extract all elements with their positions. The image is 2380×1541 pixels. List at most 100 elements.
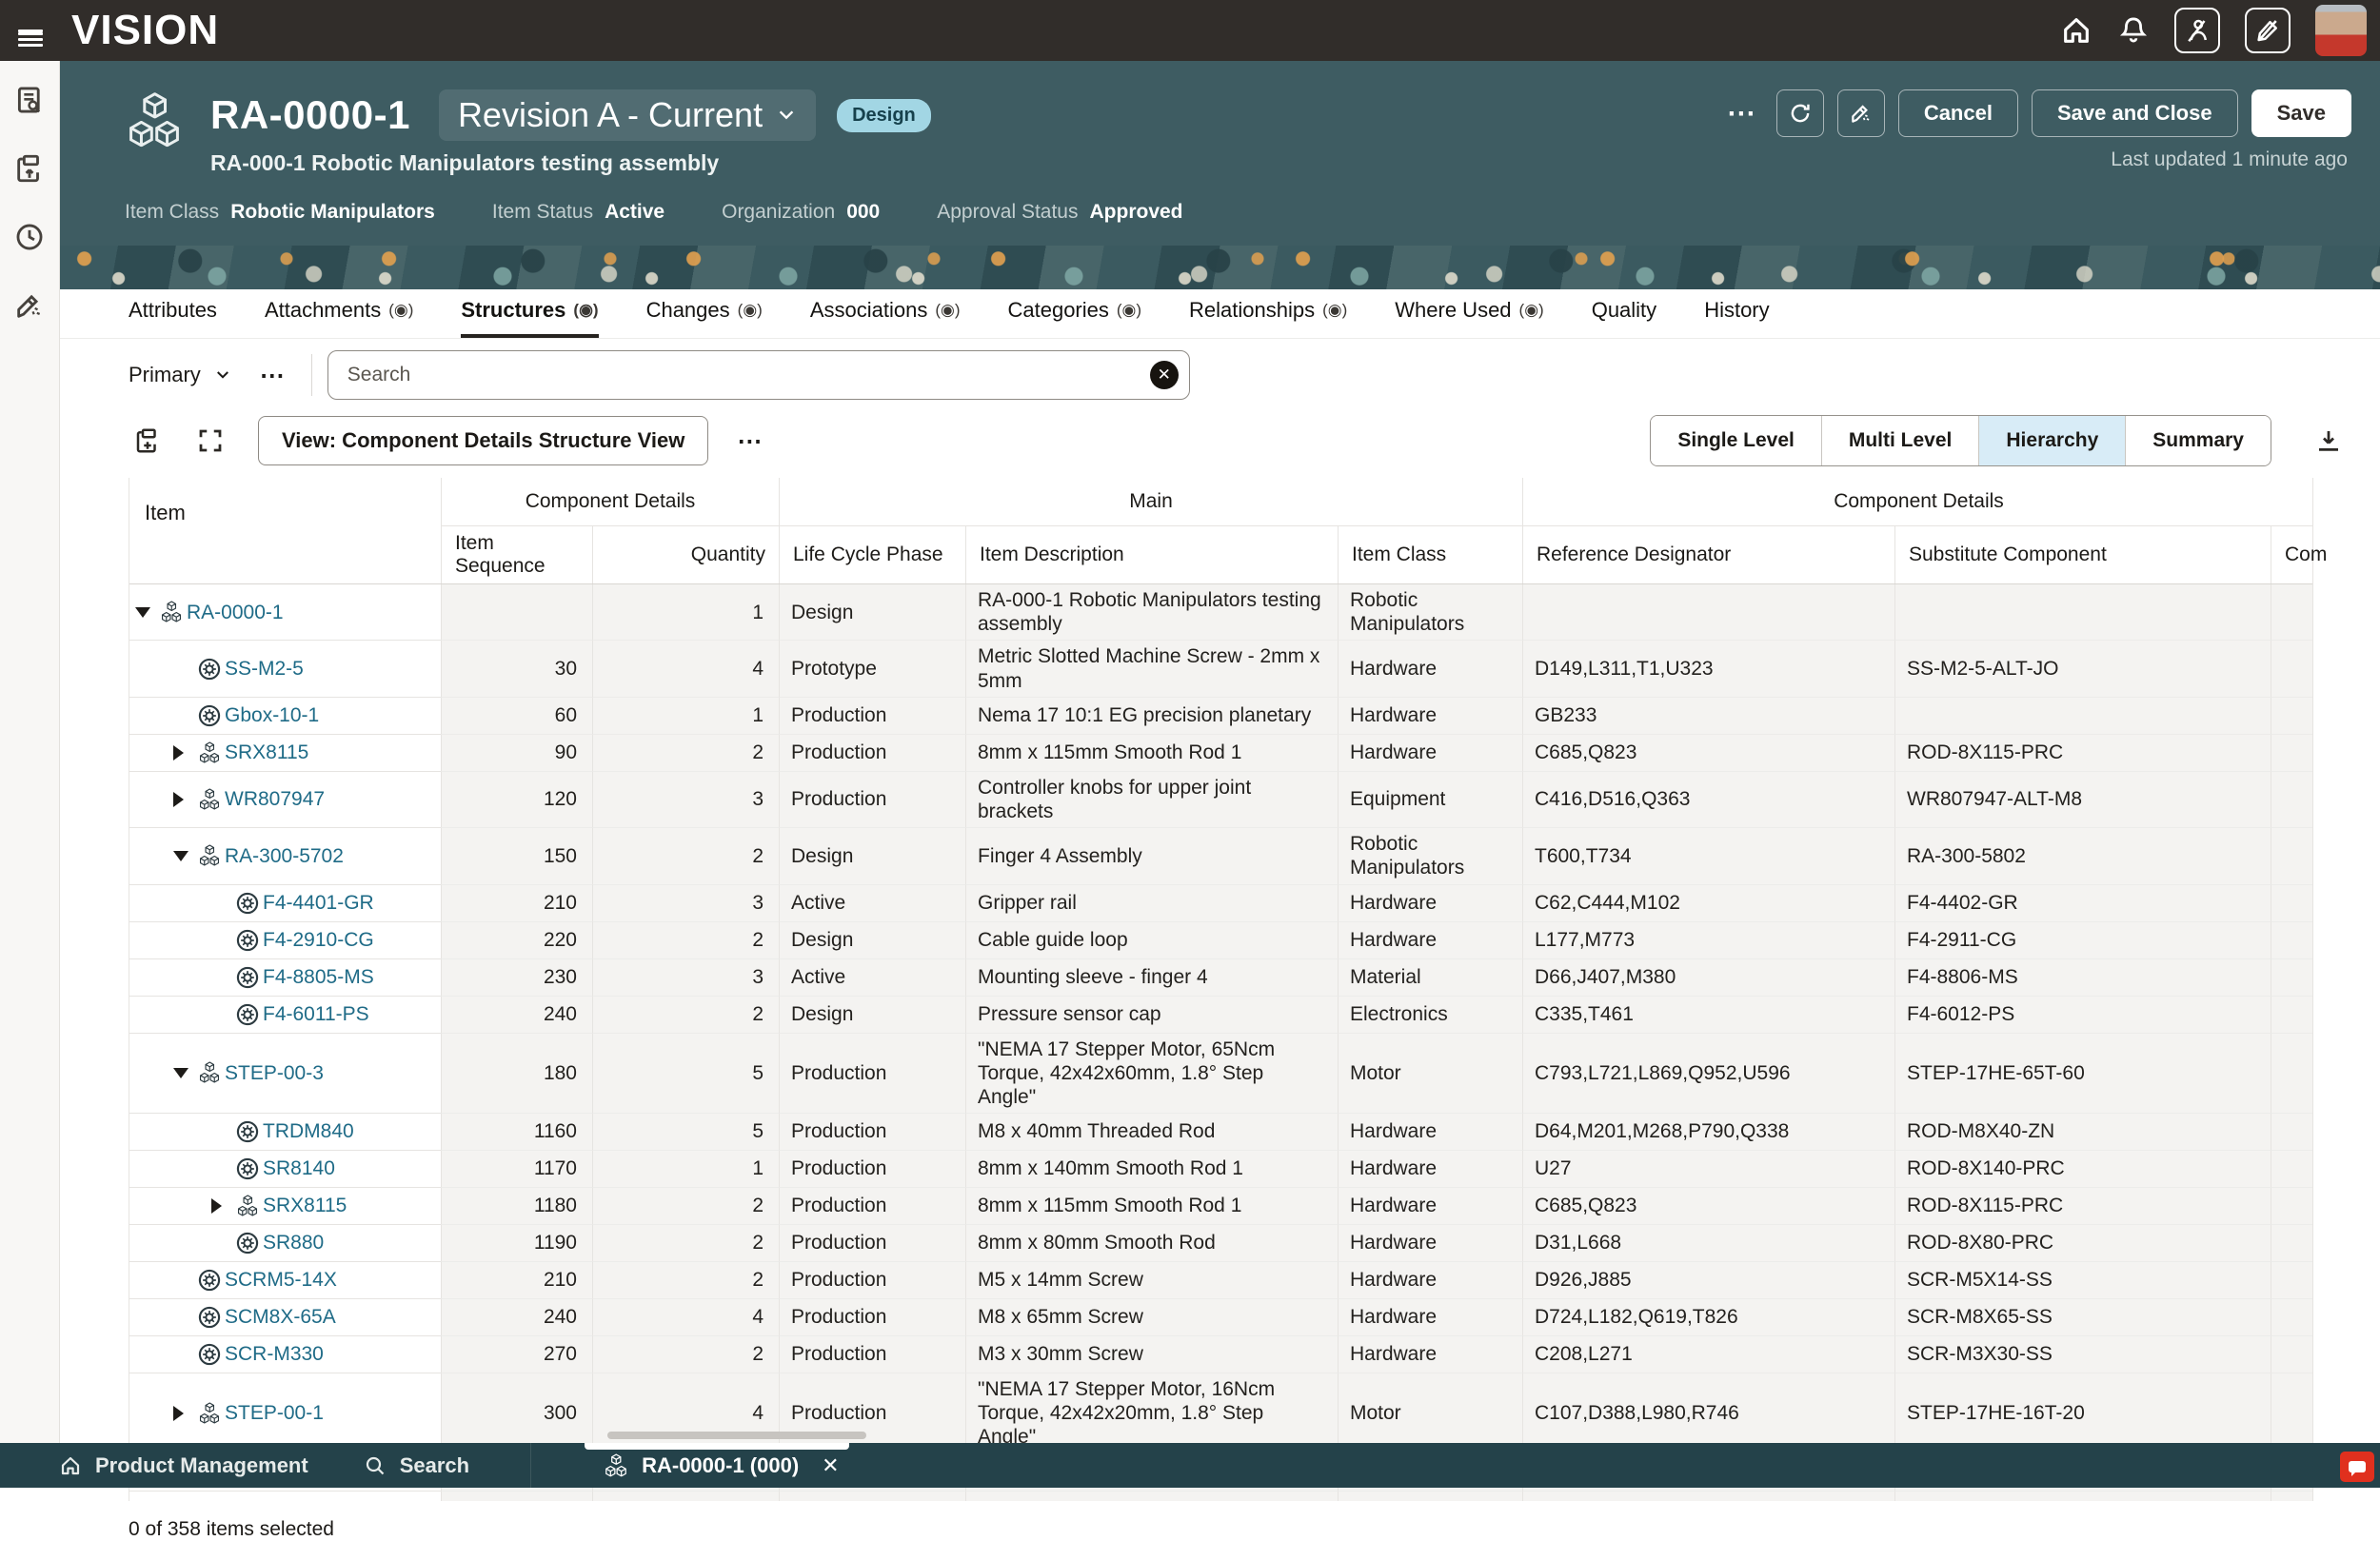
table-row[interactable]: SR880 1190 2 Production 8mm x 80mm Smoot… — [129, 1225, 2312, 1262]
taskbar-active-tab[interactable]: RA-0000-1 (000) ✕ — [531, 1443, 864, 1488]
tab-associations[interactable]: Associations (◉) — [810, 298, 961, 338]
revision-dropdown[interactable]: Revision A - Current — [439, 89, 816, 141]
item-link[interactable]: F4-2910-CG — [263, 928, 374, 952]
expand-toggle[interactable] — [135, 607, 160, 618]
column-header-life-cycle-phase[interactable]: Life Cycle Phase — [779, 526, 965, 583]
expand-toggle[interactable] — [173, 1406, 198, 1421]
segment-summary[interactable]: Summary — [2125, 416, 2271, 465]
export-button[interactable] — [2310, 422, 2348, 460]
tab-quality[interactable]: Quality — [1592, 298, 1656, 338]
feedback-chat-badge[interactable] — [2340, 1452, 2374, 1482]
item-link[interactable]: STEP-00-3 — [225, 1061, 324, 1085]
table-row[interactable]: SRX8115 90 2 Production 8mm x 115mm Smoo… — [129, 735, 2312, 772]
cancel-button[interactable]: Cancel — [1898, 89, 2018, 137]
toolbar-overflow-menu[interactable]: ⋯ — [737, 426, 764, 456]
close-tab-icon[interactable]: ✕ — [822, 1453, 839, 1478]
history-icon[interactable] — [13, 221, 46, 253]
table-row[interactable]: WR807947 120 3 Production Controller kno… — [129, 772, 2312, 828]
expand-all-button[interactable] — [191, 422, 229, 460]
table-row[interactable]: Gbox-10-1 60 1 Production Nema 17 10:1 E… — [129, 698, 2312, 735]
segment-hierarchy[interactable]: Hierarchy — [1978, 416, 2125, 465]
header-overflow-menu[interactable]: ⋯ — [1721, 97, 1763, 130]
save-button[interactable]: Save — [2251, 89, 2351, 137]
table-row[interactable]: SCM8X-65A 240 4 Production M8 x 65mm Scr… — [129, 1299, 2312, 1336]
item-link[interactable]: SR8140 — [263, 1156, 335, 1180]
item-link[interactable]: WR807947 — [225, 787, 325, 811]
clear-search-icon[interactable]: ✕ — [1150, 361, 1179, 389]
item-link[interactable]: STEP-00-1 — [225, 1401, 324, 1425]
column-header-truncated[interactable]: Com — [2271, 526, 2312, 583]
item-link[interactable]: F4-6011-PS — [263, 1002, 369, 1026]
user-avatar[interactable] — [2315, 5, 2367, 56]
table-row[interactable]: STEP-00-1 300 4 Production "NEMA 17 Step… — [129, 1373, 2312, 1454]
tab-attachments[interactable]: Attachments (◉) — [265, 298, 413, 338]
item-link[interactable]: F4-4401-GR — [263, 891, 374, 915]
column-header-substitute-component[interactable]: Substitute Component — [1894, 526, 2271, 583]
item-link[interactable]: TRDM840 — [263, 1119, 354, 1143]
item-link[interactable]: SCR-M330 — [225, 1342, 324, 1366]
table-row[interactable]: SS-M2-5 30 4 Prototype Metric Slotted Ma… — [129, 641, 2312, 697]
taskbar-search[interactable]: Search — [364, 1453, 469, 1478]
item-link[interactable]: Gbox-10-1 — [225, 703, 319, 727]
tab-structures[interactable]: Structures (◉) — [461, 298, 598, 338]
tab-where-used[interactable]: Where Used (◉) — [1395, 298, 1543, 338]
structure-name-dropdown[interactable]: Primary — [129, 363, 231, 387]
tab-history[interactable]: History — [1704, 298, 1769, 338]
table-row[interactable]: F4-8805-MS 230 3 Active Mounting sleeve … — [129, 959, 2312, 997]
tab-categories[interactable]: Categories (◉) — [1007, 298, 1141, 338]
item-cell: TRDM840 — [129, 1114, 441, 1151]
table-row[interactable]: SRX8115 1180 2 Production 8mm x 115mm Sm… — [129, 1188, 2312, 1225]
taskbar-product-management[interactable]: Product Management — [59, 1453, 308, 1478]
column-header-quantity[interactable]: Quantity — [592, 526, 779, 583]
item-link[interactable]: SS-M2-5 — [225, 657, 304, 681]
assistant-toggle-icon[interactable] — [2174, 8, 2220, 53]
tab-changes[interactable]: Changes (◉) — [646, 298, 763, 338]
home-icon[interactable] — [2060, 14, 2092, 47]
item-link[interactable]: RA-0000-1 — [187, 601, 284, 624]
item-link[interactable]: SRX8115 — [225, 741, 308, 764]
table-row[interactable]: RA-0000-1 1 Design RA-000-1 Robotic Mani… — [129, 584, 2312, 641]
search-input[interactable] — [327, 350, 1190, 400]
structure-overflow-menu[interactable]: ⋯ — [260, 361, 287, 390]
table-row[interactable]: F4-6011-PS 240 2 Design Pressure sensor … — [129, 997, 2312, 1034]
column-header-item-description[interactable]: Item Description — [965, 526, 1338, 583]
table-row[interactable]: F4-4401-GR 210 3 Active Gripper rail Har… — [129, 885, 2312, 922]
highlight-button[interactable] — [1837, 89, 1885, 137]
expand-toggle[interactable] — [173, 792, 198, 807]
paste-component-button[interactable] — [129, 422, 167, 460]
segment-multi-level[interactable]: Multi Level — [1821, 416, 1979, 465]
expand-toggle[interactable] — [173, 851, 198, 861]
refresh-button[interactable] — [1776, 89, 1824, 137]
expand-toggle[interactable] — [173, 1068, 198, 1078]
tab-attributes[interactable]: Attributes — [129, 298, 217, 338]
item-link[interactable]: SRX8115 — [263, 1194, 347, 1217]
item-link[interactable]: RA-300-5702 — [225, 844, 344, 868]
item-link[interactable]: SCRM5-14X — [225, 1268, 337, 1292]
annotation-off-icon[interactable] — [2245, 8, 2291, 53]
table-row[interactable]: STEP-00-3 180 5 Production "NEMA 17 Step… — [129, 1034, 2312, 1115]
table-row[interactable]: SCR-M330 270 2 Production M3 x 30mm Scre… — [129, 1336, 2312, 1373]
column-header-item-sequence[interactable]: Item Sequence — [441, 526, 592, 583]
expand-toggle[interactable] — [211, 1198, 236, 1214]
item-link[interactable]: F4-8805-MS — [263, 965, 374, 989]
table-row[interactable]: SR8140 1170 1 Production 8mm x 140mm Smo… — [129, 1151, 2312, 1188]
table-row[interactable]: RA-300-5702 150 2 Design Finger 4 Assemb… — [129, 828, 2312, 884]
clipboard-upload-icon[interactable] — [13, 152, 46, 185]
expand-toggle[interactable] — [173, 745, 198, 761]
notifications-bell-icon[interactable] — [2117, 14, 2150, 47]
flashlight-icon[interactable] — [13, 289, 46, 322]
column-header-item-class[interactable]: Item Class — [1338, 526, 1522, 583]
item-search-icon[interactable] — [13, 84, 46, 116]
segment-single-level[interactable]: Single Level — [1651, 416, 1821, 465]
save-and-close-button[interactable]: Save and Close — [2032, 89, 2238, 137]
hamburger-menu-icon[interactable] — [0, 27, 60, 35]
column-header-reference-designator[interactable]: Reference Designator — [1522, 526, 1894, 583]
table-row[interactable]: F4-2910-CG 220 2 Design Cable guide loop… — [129, 922, 2312, 959]
item-link[interactable]: SCM8X-65A — [225, 1305, 336, 1329]
table-row[interactable]: TRDM840 1160 5 Production M8 x 40mm Thre… — [129, 1114, 2312, 1151]
table-row[interactable]: SCRM5-14X 210 2 Production M5 x 14mm Scr… — [129, 1262, 2312, 1299]
horizontal-scrollbar-thumb[interactable] — [607, 1432, 866, 1439]
view-selector-button[interactable]: View: Component Details Structure View — [258, 416, 708, 465]
tab-relationships[interactable]: Relationships (◉) — [1189, 298, 1347, 338]
item-link[interactable]: SR880 — [263, 1231, 324, 1255]
